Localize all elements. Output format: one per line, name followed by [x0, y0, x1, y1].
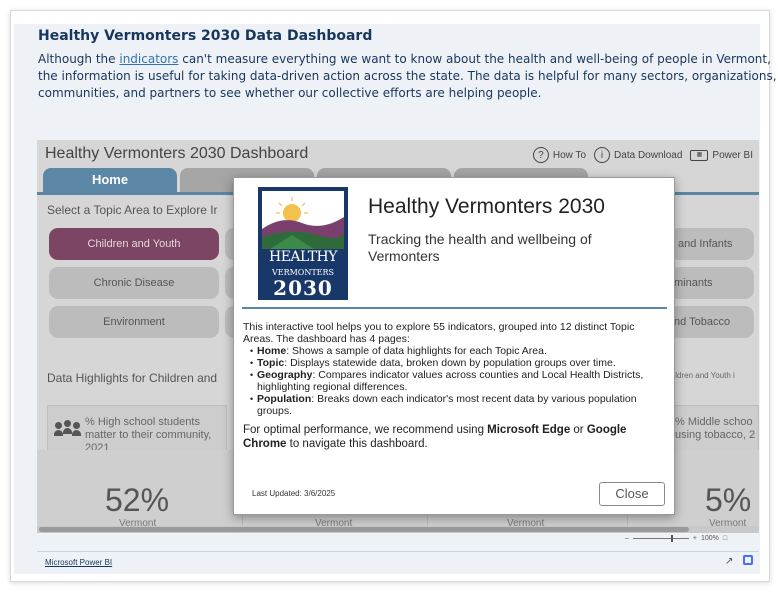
- zoom-knob[interactable]: [670, 535, 673, 542]
- power-bi-button[interactable]: ▦ Power BI: [690, 149, 753, 161]
- how-to-label: How To: [552, 149, 587, 161]
- page-item-topic: Topic: Displays statewide data, broken d…: [250, 357, 667, 369]
- page-title: Healthy Vermonters 2030 Data Dashboard: [38, 28, 373, 44]
- share-icon[interactable]: ↗: [725, 556, 733, 567]
- performance-note: For optimal performance, we recommend us…: [243, 423, 667, 451]
- info-circle-icon: i: [594, 147, 611, 163]
- powerbi-footer: Microsoft Power BI ↗: [37, 551, 759, 573]
- fullscreen-icon[interactable]: [743, 555, 753, 565]
- page-list: Home: Shows a sample of data highlights …: [250, 345, 667, 417]
- topic-chronic-disease[interactable]: Chronic Disease: [49, 267, 219, 299]
- scroll-thumb[interactable]: [39, 527, 689, 532]
- mountain-sun-icon: [262, 191, 344, 249]
- question-circle-icon: ?: [532, 147, 549, 163]
- data-download-label: Data Download: [614, 149, 683, 161]
- data-highlights-label: Data Highlights for Children and: [47, 371, 218, 385]
- page-desc: : Compares indicator values across count…: [257, 369, 644, 393]
- zoom-in-icon[interactable]: +: [693, 535, 697, 542]
- page-item-home: Home: Shows a sample of data highlights …: [250, 345, 667, 357]
- browser-edge: Microsoft Edge: [487, 424, 571, 436]
- page-name: Geography: [257, 369, 313, 381]
- dialog-body: This interactive tool helps you to explo…: [243, 321, 667, 451]
- dialog-intro: This interactive tool helps you to explo…: [243, 321, 635, 345]
- last-updated: Last Updated: 3/6/2025: [252, 489, 336, 498]
- page-desc: : Displays statewide data, broken down b…: [284, 357, 616, 369]
- page-name: Population: [257, 393, 312, 405]
- zoom-slider[interactable]: [632, 535, 689, 542]
- page-name: Home: [257, 345, 287, 357]
- close-button[interactable]: Close: [599, 482, 665, 506]
- perf-text: or: [570, 424, 587, 436]
- data-highlights-right-label: hildren and Youth i: [669, 371, 735, 380]
- perf-text: For optimal performance, we recommend us…: [243, 424, 488, 436]
- page-item-geography: Geography: Compares indicator values acr…: [250, 369, 667, 393]
- dashboard-title: Healthy Vermonters 2030 Dashboard: [45, 145, 309, 162]
- page-item-population: Population: Breaks down each indicator's…: [250, 393, 667, 417]
- topic-infants[interactable]: and Infants: [670, 228, 754, 260]
- intro-text-1: Although the: [38, 52, 120, 66]
- zoom-level: 100%: [701, 535, 719, 542]
- logo-text-2030: 2030: [273, 276, 333, 300]
- keyboard-icon: ▦: [690, 149, 709, 161]
- fit-page-icon[interactable]: □: [723, 535, 727, 542]
- value-left: 52%: [105, 482, 170, 518]
- how-to-button[interactable]: ? How To: [532, 147, 587, 163]
- people-icon: [54, 420, 81, 438]
- page-name: Topic: [257, 357, 285, 369]
- logo-text-healthy: HEALTHY: [269, 249, 337, 265]
- healthy-vermonters-logo: HEALTHY VERMONTERS 2030: [258, 187, 348, 300]
- page-desc: : Breaks down each indicator's most rece…: [257, 393, 637, 417]
- select-topic-label: Select a Topic Area to Explore Ir: [47, 203, 218, 217]
- horizontal-scrollbar[interactable]: [37, 526, 759, 533]
- welcome-dialog: HEALTHY VERMONTERS 2030 Healthy Vermonte…: [233, 177, 675, 515]
- topic-determinants[interactable]: minants: [670, 267, 754, 299]
- intro-paragraph: Although the indicators can't measure ev…: [38, 51, 778, 102]
- topic-tobacco[interactable]: nd Tobacco: [670, 306, 754, 338]
- dialog-subtitle: Tracking the health and wellbeing of Ver…: [368, 231, 592, 264]
- perf-text: to navigate this dashboard.: [286, 438, 428, 450]
- indicator-right-text: % Middle schoo using tobacco, 2: [675, 416, 756, 441]
- microsoft-power-bi-link[interactable]: Microsoft Power BI: [45, 558, 112, 567]
- indicators-link[interactable]: indicators: [119, 52, 178, 66]
- value-right: 5%: [705, 482, 752, 518]
- zoom-control[interactable]: – + 100% □: [625, 535, 727, 542]
- dashboard-toolbar: ? How To i Data Download ▦ Power BI: [532, 145, 753, 165]
- dialog-divider: [242, 307, 667, 309]
- zoom-out-icon[interactable]: –: [625, 535, 629, 542]
- power-bi-label: Power BI: [712, 149, 753, 161]
- topic-environment[interactable]: Environment: [49, 306, 219, 338]
- page-desc: : Shows a sample of data highlights for …: [286, 345, 547, 357]
- data-download-button[interactable]: i Data Download: [594, 147, 682, 163]
- tab-home[interactable]: Home: [43, 168, 177, 192]
- topic-children-youth[interactable]: Children and Youth: [49, 228, 219, 260]
- dialog-title: Healthy Vermonters 2030: [368, 195, 605, 218]
